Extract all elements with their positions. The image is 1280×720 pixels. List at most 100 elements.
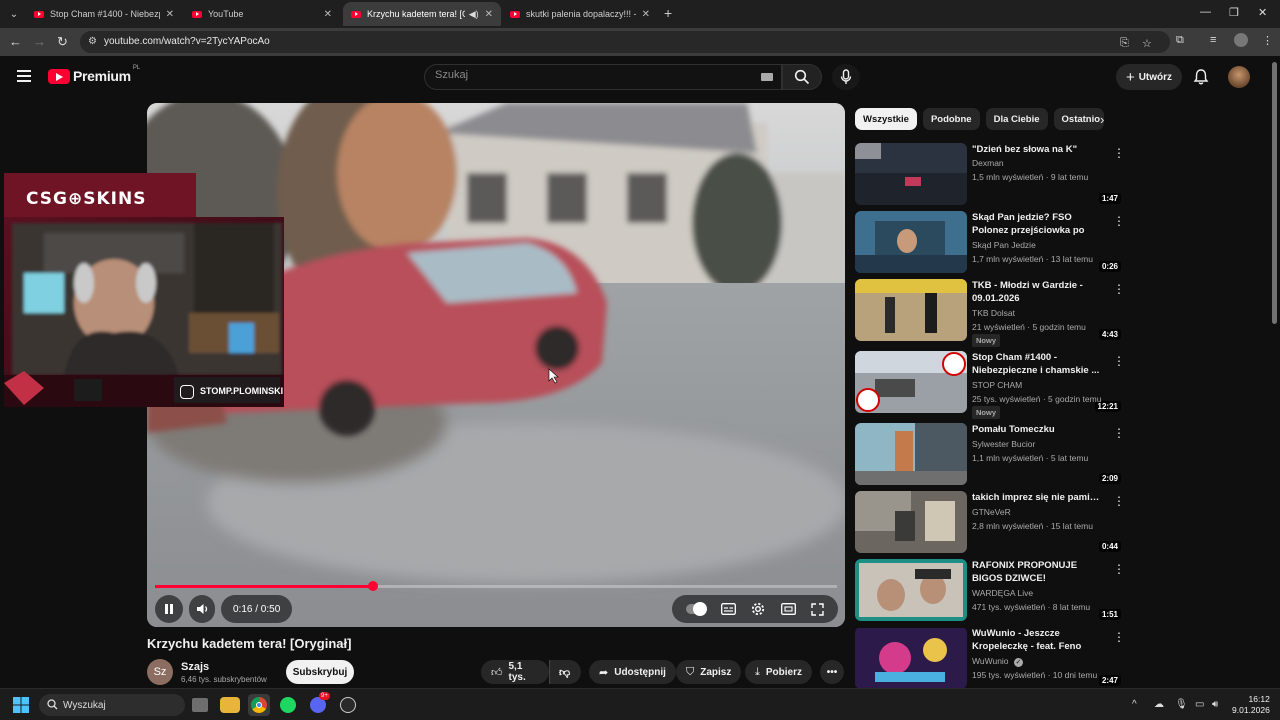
windows-start-icon[interactable] (13, 697, 29, 713)
address-bar[interactable]: ⚙ youtube.com/watch?v=2TycYAPocAo ⎘ ☆ (80, 31, 1170, 53)
rec-title[interactable]: "Dzień bez słowa na K" (972, 143, 1104, 156)
video-thumbnail[interactable] (855, 279, 967, 341)
system-clock[interactable]: 16:12 9.01.2026 (1232, 694, 1270, 716)
recommendation-item[interactable]: 0:26 Skąd Pan jedzie? FSO Polonez przejś… (855, 211, 1125, 275)
chrome-taskbar-button[interactable] (248, 694, 270, 716)
video-thumbnail[interactable] (855, 351, 967, 413)
mute-button[interactable] (189, 595, 215, 623)
hamburger-menu-icon[interactable] (17, 70, 31, 82)
channel-avatar[interactable]: Sz (147, 659, 173, 685)
speaker-icon[interactable]: ◀) (469, 9, 479, 20)
site-info-icon[interactable]: ⚙ (88, 36, 97, 47)
voice-search-button[interactable] (832, 64, 860, 90)
task-view-icon[interactable] (192, 698, 208, 712)
cloud-off-icon[interactable]: ☁ (1154, 699, 1164, 710)
rec-title[interactable]: WuWunio - Jeszcze Kropeleczkę - feat. Fe… (972, 627, 1104, 653)
restore-icon[interactable]: ❐ (1229, 6, 1239, 19)
dislike-button[interactable]: 👎︎ (549, 660, 581, 684)
video-thumbnail[interactable] (855, 143, 967, 205)
browser-tab[interactable]: YouTube ✕ (184, 2, 340, 26)
channel-name[interactable]: Szajs (181, 661, 209, 673)
video-thumbnail[interactable] (855, 627, 967, 689)
video-thumbnail[interactable] (855, 211, 967, 273)
reading-list-icon[interactable]: ≡ (1210, 34, 1216, 46)
rec-title[interactable]: takich imprez się nie pamięta... (972, 491, 1104, 504)
recommendation-item[interactable]: 1:47 "Dzień bez słowa na K" Dexman 1,5 m… (855, 143, 1125, 207)
install-app-icon[interactable]: ⎘ (1120, 37, 1129, 50)
more-vertical-icon[interactable]: ⋮ (1113, 283, 1125, 295)
rec-title[interactable]: Skąd Pan jedzie? FSO Polonez przejściowk… (972, 211, 1104, 237)
share-button[interactable]: ➦ Udostępnij (589, 660, 676, 684)
minimize-icon[interactable]: — (1200, 6, 1211, 18)
back-icon[interactable]: ← (9, 34, 22, 50)
more-vertical-icon[interactable]: ⋮ (1113, 631, 1125, 643)
recommendation-item[interactable]: 0:44 takich imprez się nie pamięta... GT… (855, 491, 1125, 555)
rec-title[interactable]: RAFONIX PROPONUJE BIGOS DZIWCE! (972, 559, 1104, 585)
rec-title[interactable]: TKB - Młodzi w Gardzie - 09.01.2026 (972, 279, 1104, 305)
url-text[interactable]: youtube.com/watch?v=2TycYAPocAo (104, 36, 270, 47)
download-button[interactable]: ⤓ Pobierz (745, 660, 812, 684)
chip-for-you[interactable]: Dla Ciebie (985, 108, 1048, 130)
theater-mode-icon[interactable] (780, 603, 796, 615)
chevron-up-icon[interactable]: ^ (1132, 699, 1137, 710)
recommendation-item[interactable]: 2:47 WuWunio - Jeszcze Kropeleczkę - fea… (855, 627, 1125, 689)
pause-button[interactable] (155, 595, 183, 623)
more-actions-button[interactable]: ••• (820, 660, 844, 684)
browser-tab[interactable]: skutki palenia dopalaczy!!! - Yo ✕ (502, 2, 658, 26)
rec-channel[interactable]: GTNeVeR (972, 507, 1011, 517)
spotify-icon[interactable] (280, 697, 296, 713)
search-input[interactable] (435, 69, 755, 81)
notifications-bell-icon[interactable] (1192, 68, 1210, 86)
settings-gear-icon[interactable] (751, 602, 765, 616)
rec-channel[interactable]: Dexman (972, 158, 1004, 168)
new-tab-icon[interactable]: + (664, 6, 672, 20)
subtitles-icon[interactable] (721, 603, 737, 615)
page-scrollbar-thumb[interactable] (1272, 62, 1277, 324)
subscribe-button[interactable]: Subskrybuj (286, 660, 354, 684)
chip-all[interactable]: Wszystkie (855, 108, 917, 130)
discord-icon[interactable]: 9+ (310, 692, 330, 713)
reload-icon[interactable]: ↻ (57, 34, 68, 50)
window-close-icon[interactable]: ✕ (1258, 6, 1267, 19)
like-button[interactable]: 👍︎ 5,1 tys. (481, 660, 549, 684)
keyboard-icon[interactable] (761, 73, 773, 81)
user-avatar[interactable] (1228, 66, 1250, 88)
video-thumbnail[interactable] (855, 423, 967, 485)
close-icon[interactable]: ✕ (642, 9, 650, 20)
more-vertical-icon[interactable]: ⋮ (1113, 563, 1125, 575)
more-vertical-icon[interactable]: ⋮ (1113, 355, 1125, 367)
rec-channel[interactable]: Sylwester Bucior (972, 439, 1035, 449)
close-icon[interactable]: ✕ (485, 9, 493, 20)
browser-tab-active[interactable]: Krzychu kadetem tera! [Ory ◀) ✕ (343, 2, 501, 26)
rec-channel[interactable]: Skąd Pan Jedzie (972, 240, 1036, 250)
chip-recent[interactable]: Ostatnio (1053, 108, 1104, 130)
recommendation-item[interactable]: 1:51 RAFONIX PROPONUJE BIGOS DZIWCE! WAR… (855, 559, 1125, 623)
browser-tab[interactable]: Stop Cham #1400 - Niebezpiec ✕ (26, 2, 182, 26)
video-thumbnail[interactable] (855, 491, 967, 553)
rec-title[interactable]: Stop Cham #1400 - Niebezpieczne i chamsk… (972, 351, 1104, 377)
more-vertical-icon[interactable]: ⋮ (1113, 147, 1125, 159)
autoplay-toggle[interactable] (685, 602, 707, 616)
taskbar-search[interactable]: Wyszukaj (39, 694, 185, 716)
microphone-icon[interactable]: 🎙︎ (1175, 699, 1188, 710)
close-icon[interactable]: ✕ (166, 9, 174, 20)
file-explorer-icon[interactable] (220, 697, 240, 713)
more-vertical-icon[interactable]: ⋮ (1113, 427, 1125, 439)
save-button[interactable]: ⛉ Zapisz (676, 660, 742, 684)
more-vertical-icon[interactable]: ⋮ (1113, 215, 1125, 227)
recommendation-item[interactable]: 2:09 Pomału Tomeczku Sylwester Bucior 1,… (855, 423, 1125, 487)
rec-title[interactable]: Pomału Tomeczku (972, 423, 1104, 436)
search-button[interactable] (782, 64, 822, 90)
rec-channel-row[interactable]: WuWunio ✓ (972, 656, 1023, 667)
rec-channel[interactable]: TKB Dolsat (972, 308, 1015, 318)
network-icon[interactable]: ▭ (1195, 699, 1204, 710)
volume-icon[interactable]: 🔊︎ (1212, 699, 1218, 710)
video-thumbnail[interactable] (855, 559, 967, 621)
chip-related[interactable]: Podobne (922, 108, 980, 130)
seek-bar[interactable] (155, 581, 837, 591)
bookmark-star-icon[interactable]: ☆ (1142, 37, 1152, 50)
obs-icon[interactable] (340, 697, 356, 713)
forward-icon[interactable]: → (33, 34, 46, 50)
extensions-icon[interactable]: ⧉ (1176, 34, 1184, 47)
youtube-premium-logo[interactable]: Premium PL (48, 65, 140, 84)
